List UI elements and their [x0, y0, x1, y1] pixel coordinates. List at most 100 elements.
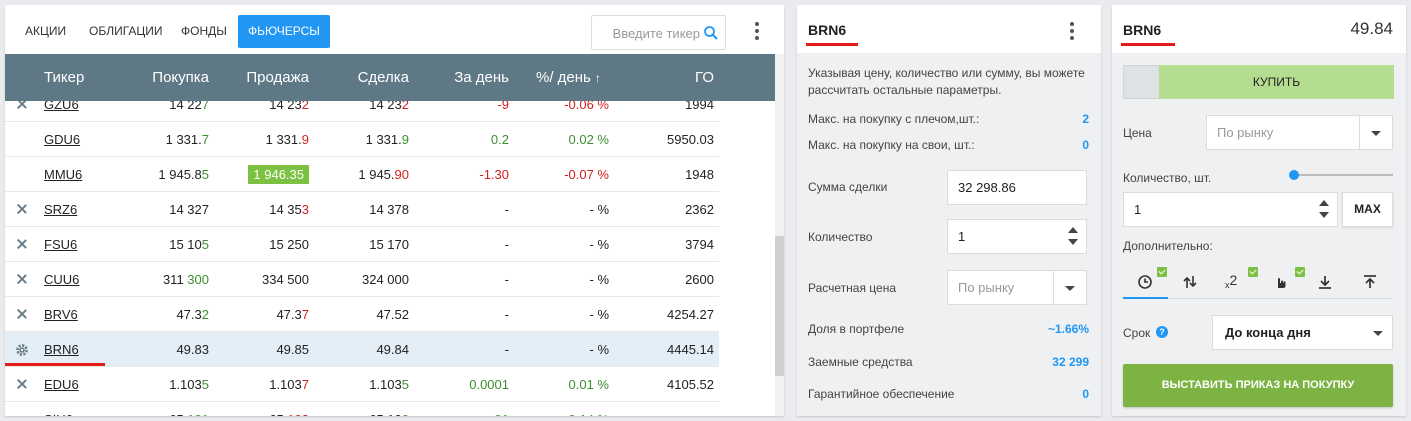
stepper-up-icon[interactable] — [1319, 200, 1329, 206]
table-row[interactable]: BRV6 47.32 47.37 47.52 - - % 4254.27 — [5, 297, 719, 332]
cell-sell: 65 103 — [205, 402, 309, 416]
qty-input[interactable] — [958, 220, 1069, 253]
ticker-link[interactable]: BRN6 — [44, 332, 79, 367]
tab-futures[interactable]: Фьючерсы — [238, 15, 330, 48]
calculator-panel: BRN6 Указывая цену, количество или сумму… — [797, 5, 1101, 416]
cell-pct-change: - % — [589, 202, 610, 217]
option-time[interactable] — [1123, 265, 1168, 299]
cell-go: 1948 — [685, 167, 714, 182]
ticker-link[interactable]: FSU6 — [44, 227, 77, 262]
calculator-menu-icon[interactable] — [1062, 22, 1082, 42]
selection-marker — [5, 363, 105, 366]
close-icon[interactable] — [16, 101, 28, 110]
cell-day-change: 0.0001 — [469, 377, 509, 392]
search-input[interactable] — [600, 24, 700, 42]
col-ticker[interactable]: Тикер — [44, 54, 84, 101]
price-dropdown[interactable] — [1359, 116, 1392, 149]
option-x2[interactable]: x2 — [1213, 265, 1258, 299]
cell-go: 4445.14 — [667, 342, 714, 357]
scrollbar-thumb[interactable] — [775, 236, 784, 376]
side-toggle[interactable]: Купить — [1123, 65, 1394, 99]
x2-label: x — [1225, 280, 1230, 290]
qty-slider-track[interactable] — [1293, 174, 1393, 176]
col-sell[interactable]: Продажа — [205, 54, 309, 101]
calc-price-dropdown[interactable] — [1053, 271, 1086, 304]
ticker-link[interactable]: MMU6 — [44, 157, 82, 192]
cell-buy: 1.1035 — [169, 377, 209, 392]
more-menu-icon[interactable] — [747, 22, 767, 42]
help-icon[interactable]: ? — [1156, 326, 1168, 338]
ticker-link[interactable]: CUU6 — [44, 262, 79, 297]
option-touch[interactable] — [1258, 265, 1305, 299]
option-download[interactable] — [1303, 265, 1348, 299]
close-icon[interactable] — [16, 203, 28, 215]
close-icon[interactable] — [16, 238, 28, 250]
chevron-down-icon — [1065, 286, 1075, 291]
cell-sell: 14 353 — [269, 202, 309, 217]
col-deal[interactable]: Сделка — [305, 54, 409, 101]
cell-deal: 65 100 — [305, 402, 409, 416]
table-row[interactable]: FSU6 15 105 15 250 15 170 - - % 3794 — [5, 227, 719, 262]
stepper-down-icon[interactable] — [1319, 212, 1329, 218]
qty-stepper[interactable] — [1068, 227, 1078, 247]
table-row[interactable]: GDU6 1 331.7 1 331.9 1 331.9 0.2 0.02 % 5950.0… — [5, 122, 719, 157]
col-buy[interactable]: Покупка — [105, 54, 209, 101]
cell-day-change: -9 — [497, 101, 509, 112]
cell-buy: 14 227 — [169, 101, 209, 112]
tab-bonds[interactable]: Облигации — [79, 15, 173, 48]
arrows-updown-icon — [1183, 276, 1197, 288]
calculator-hint: Указывая цену, количество или сумму, вы … — [808, 66, 1085, 97]
guarantee-value: 0 — [1082, 387, 1089, 401]
cell-sell: 47.37 — [276, 307, 309, 322]
option-stop[interactable] — [1168, 265, 1213, 299]
table-scrollbar[interactable] — [775, 54, 784, 416]
close-icon[interactable] — [16, 378, 28, 390]
cell-go: 4254.27 — [667, 307, 714, 322]
col-go[interactable]: ГО — [605, 54, 714, 101]
col-pct-day[interactable]: %/ день ↑ — [536, 54, 601, 101]
table-row[interactable]: SIU6 65 10165 10365 100910.14 % — [5, 402, 719, 416]
order-qty-input[interactable] — [1134, 193, 1305, 226]
tab-stocks[interactable]: Акции — [15, 15, 76, 48]
ticker-link[interactable]: SRZ6 — [44, 192, 77, 227]
search-icon[interactable] — [703, 25, 719, 41]
max-button[interactable]: MAX — [1342, 192, 1393, 227]
col-day[interactable]: За день — [405, 54, 509, 101]
ticker-link[interactable]: GDU6 — [44, 122, 80, 157]
instruments-panel: Акции Облигации Фонды Фьючерсы Тикер Пок… — [5, 5, 784, 416]
ticker-link[interactable]: EDU6 — [44, 367, 79, 402]
table-row[interactable]: EDU6 1.1035 1.1037 1.1035 0.0001 0.01 % 4105.5… — [5, 367, 719, 402]
table-row[interactable]: GZU6 14 227 14 232 14 232 -9 -0.06 % 1994 — [5, 101, 719, 122]
current-price: 49.84 — [1350, 19, 1393, 38]
price-input[interactable] — [1217, 116, 1357, 149]
cell-pct-change: - % — [589, 272, 610, 287]
buy-toggle-button[interactable]: Купить — [1159, 65, 1394, 99]
stepper-down-icon[interactable] — [1068, 239, 1078, 245]
order-qty-stepper[interactable] — [1319, 200, 1329, 220]
table-row[interactable]: SRZ6 14 327 14 353 14 378 - - % 2362 — [5, 192, 719, 227]
cell-sell: 14 232 — [269, 101, 309, 112]
option-upload[interactable] — [1348, 265, 1393, 299]
ticker-link[interactable]: GZU6 — [44, 101, 79, 122]
table-row[interactable]: BRN6 49.83 49.85 49.84 - - % 4445.14 — [5, 332, 719, 367]
upload-icon — [1364, 275, 1376, 288]
close-icon[interactable] — [16, 273, 28, 285]
gear-icon[interactable] — [14, 342, 30, 358]
close-icon[interactable] — [16, 308, 28, 320]
table-row[interactable]: CUU6 311 300 334 500 324 000 - - % 2600 — [5, 262, 719, 297]
term-select[interactable]: До конца дня — [1212, 315, 1393, 350]
ticker-link[interactable]: BRV6 — [44, 297, 78, 332]
sum-input[interactable] — [958, 171, 1069, 204]
cell-buy: 1 945.85 — [158, 167, 209, 182]
stepper-up-icon[interactable] — [1068, 227, 1078, 233]
cell-buy: 1 331.7 — [165, 132, 209, 147]
ticker-link[interactable]: SIU6 — [44, 402, 73, 416]
tab-funds[interactable]: Фонды — [171, 15, 237, 48]
x2-sup: 2 — [1229, 272, 1238, 288]
submit-buy-order-button[interactable]: Выставить приказ на покупку — [1123, 364, 1393, 407]
qty-slider-handle[interactable] — [1289, 170, 1299, 180]
table-row[interactable]: MMU6 1 945.85 1 946.35 1 945.90 -1.30 -0.07 %… — [5, 157, 719, 192]
calc-price-input[interactable] — [958, 271, 1048, 304]
cell-sell: 1 946.35 — [205, 157, 309, 192]
cell-buy: 65 101 — [105, 402, 209, 416]
